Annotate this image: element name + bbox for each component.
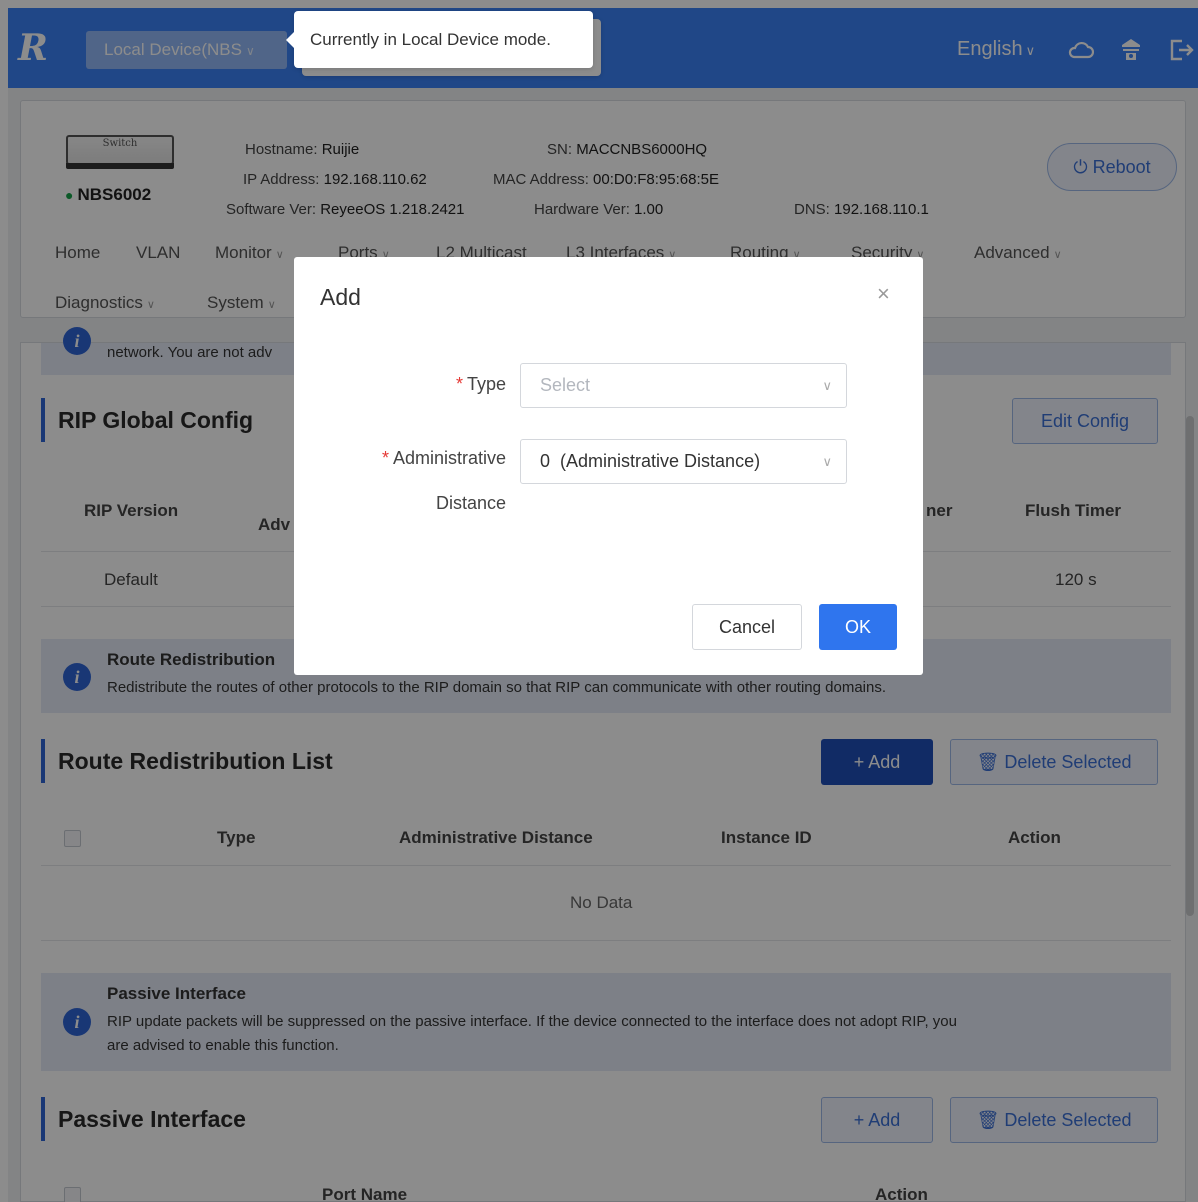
administrative-distance-label: * Administrative (381, 448, 506, 468)
administrative-distance-label-2: Distance (435, 493, 506, 513)
chevron-down-icon: ∨ (822, 454, 832, 469)
type-label: * Type (455, 374, 506, 394)
administrative-distance-select[interactable]: 0 (Administrative Distance) ∨ (520, 439, 847, 484)
add-route-dialog: Add × * Type Select ∨ * Administrative Dist… (294, 257, 923, 675)
cancel-button[interactable]: Cancel (692, 604, 802, 650)
dialog-title: Add (320, 284, 361, 310)
chevron-down-icon: ∨ (822, 378, 832, 393)
type-select[interactable]: Select ∨ (520, 363, 847, 408)
device-mode-tooltip-front: Currently in Local Device mode. (286, 11, 593, 68)
ok-button[interactable]: OK (819, 604, 897, 650)
close-icon[interactable]: × (877, 281, 890, 307)
